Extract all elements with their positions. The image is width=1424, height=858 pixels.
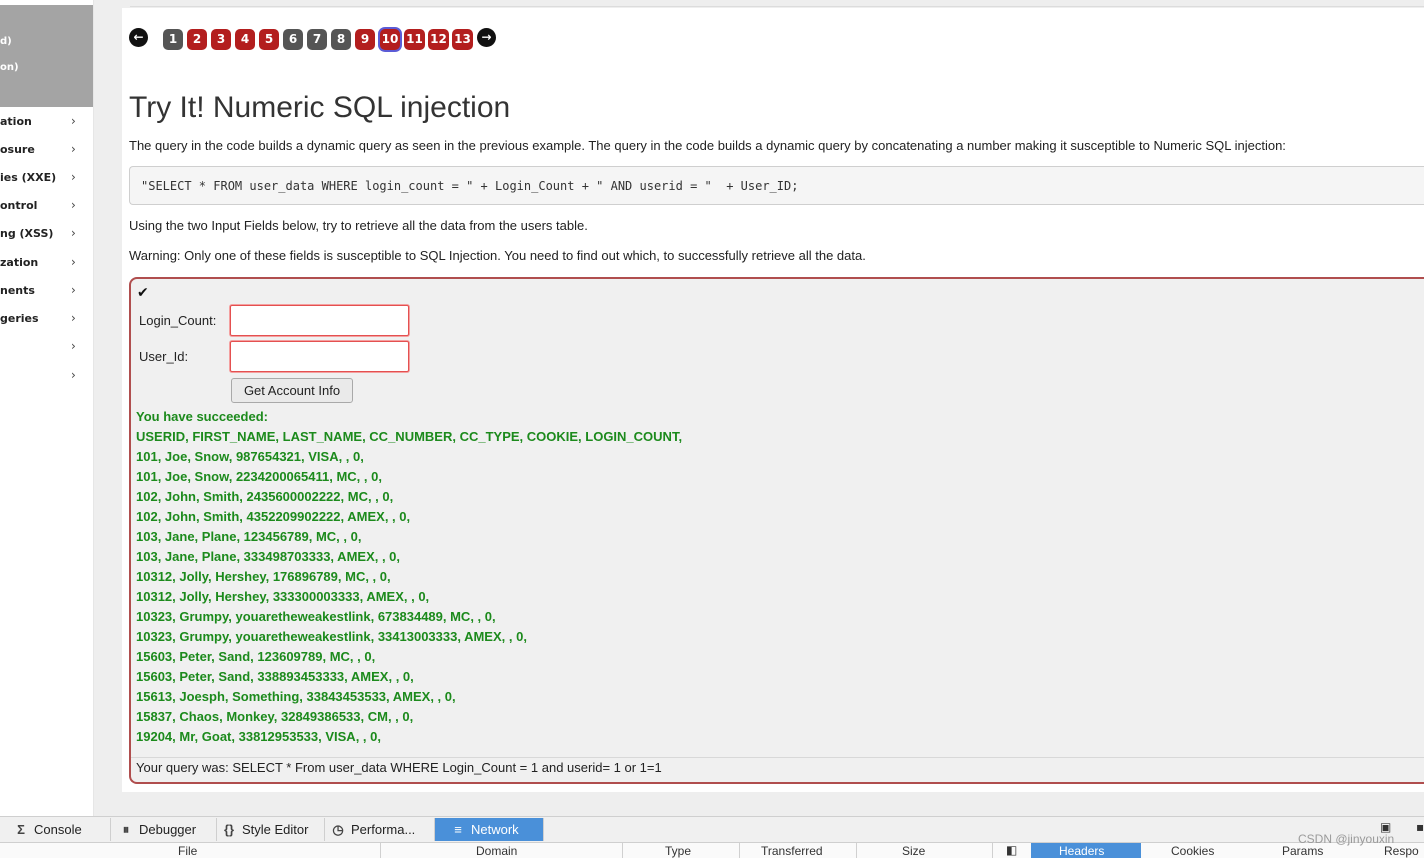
feedback-line: 15603, Peter, Sand, 123609789, MC, , 0, (136, 649, 376, 664)
network-icon: ≡ (454, 822, 462, 837)
tab-label: Debugger (139, 822, 197, 837)
feedback-line: 10323, Grumpy, youaretheweakestlink, 334… (136, 629, 527, 644)
user-id-input[interactable] (230, 341, 409, 372)
feedback-line: 15837, Chaos, Monkey, 32849386533, CM, ,… (136, 709, 414, 724)
debugger-icon: ⏸ (122, 822, 130, 837)
feedback-line: 15613, Joesph, Something, 33843453533, A… (136, 689, 456, 704)
tab-label: Style Editor (242, 822, 309, 837)
devtools-tab-performance[interactable]: ◷ Performa... (325, 818, 435, 841)
feedback-line: 102, John, Smith, 4352209902222, AMEX, ,… (136, 509, 411, 524)
chevron-right-icon: › (71, 339, 76, 353)
feedback-line: 10312, Jolly, Hershey, 333300003333, AME… (136, 589, 430, 604)
sidebar-header-line-1: d) (0, 36, 12, 47)
performance-icon: ◷ (332, 822, 344, 837)
chevron-right-icon: › (71, 226, 76, 240)
sidebar-item-5[interactable]: ng (XSS) › (0, 223, 93, 247)
prev-page-arrow-icon[interactable]: ← (129, 28, 148, 47)
login-count-label: Login_Count: (139, 313, 217, 328)
page-button-6[interactable]: 6 (283, 29, 303, 50)
page-button-8[interactable]: 8 (331, 29, 351, 50)
lesson-warning: Warning: Only one of these fields is sus… (129, 248, 866, 263)
sidebar-item-8[interactable]: geries › (0, 308, 93, 332)
code-snippet: "SELECT * FROM user_data WHERE login_cou… (129, 166, 1424, 205)
lesson-instruction: Using the two Input Fields below, try to… (129, 218, 588, 233)
next-page-arrow-icon[interactable]: → (477, 28, 496, 47)
sidebar-item-1[interactable]: ation › (0, 111, 93, 135)
page-button-3[interactable]: 3 (211, 29, 231, 50)
page-button-11[interactable]: 11 (404, 29, 425, 50)
tab-label: Console (34, 822, 82, 837)
query-output: Your query was: SELECT * From user_data … (136, 760, 662, 775)
feedback-line: 102, John, Smith, 2435600002222, MC, , 0… (136, 489, 394, 504)
sidebar-item-9[interactable]: › (0, 336, 93, 360)
page-button-7[interactable]: 7 (307, 29, 327, 50)
sidebar-item-label: ies (XXE) (0, 171, 57, 184)
page-button-4[interactable]: 4 (235, 29, 255, 50)
sidebar-item-7[interactable]: nents › (0, 280, 93, 304)
checkmark-icon: ✔ (137, 285, 149, 301)
sidebar-item-label: osure (0, 143, 35, 156)
feedback-line: 10312, Jolly, Hershey, 176896789, MC, , … (136, 569, 391, 584)
devtools-tab-network[interactable]: ≡ Network (435, 818, 544, 841)
toggle-sidebar-icon[interactable]: ◧ (1006, 843, 1017, 857)
feedback-line: You have succeeded: (136, 409, 268, 424)
sidebar-item-label: ng (XSS) (0, 227, 54, 240)
top-divider (130, 6, 1424, 7)
devtools-panel: Σ Console ⏸ Debugger {} Style Editor ◷ Perfo… (0, 816, 1424, 858)
feedback-line: 101, Joe, Snow, 2234200065411, MC, , 0, (136, 469, 382, 484)
sidebar-item-label: geries (0, 312, 39, 325)
feedback-line: 15603, Peter, Sand, 338893453333, AMEX, … (136, 669, 414, 684)
sidebar-header-block: d) on) (0, 5, 93, 107)
sidebar-header-line-2: on) (0, 62, 19, 73)
page-button-9[interactable]: 9 (355, 29, 375, 50)
feedback-line: 19204, Mr, Goat, 33812953533, VISA, , 0, (136, 729, 381, 744)
query-divider (131, 757, 1424, 758)
page-button-2[interactable]: 2 (187, 29, 207, 50)
chevron-right-icon: › (71, 368, 76, 382)
lesson-intro: The query in the code builds a dynamic q… (129, 138, 1286, 153)
tab-label: Network (471, 822, 519, 837)
sidebar-item-label: nents (0, 284, 35, 297)
get-account-info-button[interactable]: Get Account Info (231, 378, 353, 403)
feedback-line: 10323, Grumpy, youaretheweakestlink, 673… (136, 609, 496, 624)
tab-label: Performa... (351, 822, 416, 837)
sidebar-item-10[interactable]: › (0, 365, 93, 389)
devtools-tab-console[interactable]: Σ Console (0, 818, 111, 841)
sidebar-item-label: ontrol (0, 199, 38, 212)
page-title: Try It! Numeric SQL injection (129, 91, 511, 124)
feedback-line: 101, Joe, Snow, 987654321, VISA, , 0, (136, 449, 364, 464)
feedback-line: 103, Jane, Plane, 123456789, MC, , 0, (136, 529, 362, 544)
devtools-tab-style-editor[interactable]: {} Style Editor (217, 818, 325, 841)
page-button-1[interactable]: 1 (163, 29, 183, 50)
sidebar-item-4[interactable]: ontrol › (0, 195, 93, 219)
sidebar-item-label: zation (0, 256, 39, 269)
chevron-right-icon: › (71, 283, 76, 297)
chevron-right-icon: › (71, 198, 76, 212)
sidebar-item-label: ation (0, 115, 32, 128)
chevron-right-icon: › (71, 142, 76, 156)
devtools-options-icon[interactable]: ▪ (1416, 820, 1424, 834)
sidebar-item-6[interactable]: zation › (0, 252, 93, 276)
login-count-input[interactable] (230, 305, 409, 336)
style-editor-icon: {} (223, 822, 235, 837)
feedback-line: 103, Jane, Plane, 333498703333, AMEX, , … (136, 549, 401, 564)
feedback-output: You have succeeded: USERID, FIRST_NAME, … (136, 407, 682, 747)
sidebar-item-2[interactable]: osure › (0, 139, 93, 163)
user-id-label: User_Id: (139, 349, 189, 364)
feedback-line: USERID, FIRST_NAME, LAST_NAME, CC_NUMBER… (136, 429, 683, 444)
chevron-right-icon: › (71, 255, 76, 269)
watermark-text: CSDN @jinyouxin (1298, 832, 1395, 846)
devtools-tab-debugger[interactable]: ⏸ Debugger (111, 818, 217, 841)
console-icon: Σ (17, 822, 25, 837)
chevron-right-icon: › (71, 170, 76, 184)
chevron-right-icon: › (71, 311, 76, 325)
left-nav-sidebar: d) on) ation › osure › ies (XXE) › ontrol › … (0, 0, 94, 816)
page-button-13[interactable]: 13 (452, 29, 473, 50)
page-button-12[interactable]: 12 (428, 29, 449, 50)
page-button-10-current[interactable]: 10 (380, 29, 400, 50)
chevron-right-icon: › (71, 114, 76, 128)
sidebar-item-3[interactable]: ies (XXE) › (0, 167, 93, 191)
code-text: "SELECT * FROM user_data WHERE login_cou… (141, 179, 799, 193)
page-button-5[interactable]: 5 (259, 29, 279, 50)
